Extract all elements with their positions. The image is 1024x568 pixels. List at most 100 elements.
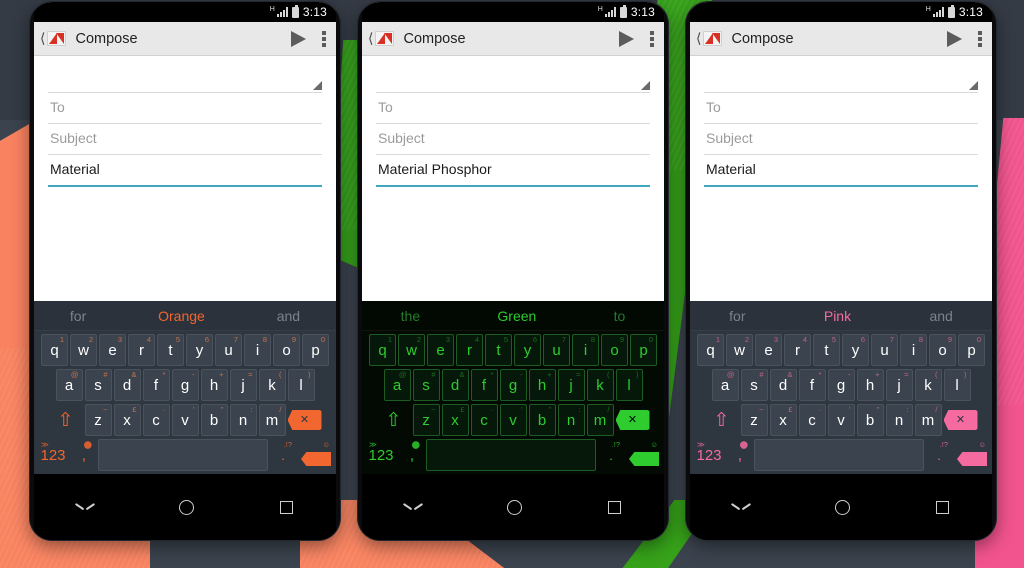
- backspace-key[interactable]: ✕: [287, 410, 322, 430]
- key-g[interactable]: -g: [827, 369, 855, 401]
- suggestion-3[interactable]: and: [929, 308, 952, 324]
- backspace-key[interactable]: ✕: [615, 410, 650, 430]
- key-l[interactable]: ) l: [615, 369, 643, 401]
- key-g[interactable]: -g: [171, 369, 199, 401]
- period-key[interactable]: .!?.: [270, 439, 296, 471]
- key-a[interactable]: @ a: [55, 369, 83, 401]
- body-field[interactable]: Material: [48, 155, 322, 187]
- suggestion-3[interactable]: and: [277, 308, 300, 324]
- key-n[interactable]: :n: [885, 404, 913, 436]
- from-field[interactable]: [48, 70, 322, 93]
- key-t[interactable]: 5t: [157, 334, 184, 366]
- key-x[interactable]: £ x: [441, 404, 469, 436]
- key-v[interactable]: ' v: [827, 404, 855, 436]
- to-field[interactable]: To: [48, 93, 322, 124]
- key-l[interactable]: ) l: [287, 369, 315, 401]
- key-f[interactable]: * f: [798, 369, 826, 401]
- suggestion-2[interactable]: Pink: [824, 308, 851, 324]
- home-circle-icon[interactable]: [835, 499, 850, 515]
- return-key[interactable]: ☺: [626, 439, 662, 471]
- from-field[interactable]: [704, 70, 978, 93]
- key-e[interactable]: 3e: [427, 334, 454, 366]
- key-t[interactable]: 5t: [813, 334, 840, 366]
- key-h[interactable]: + h: [200, 369, 228, 401]
- subject-field[interactable]: Subject: [48, 124, 322, 155]
- key-f[interactable]: * f: [470, 369, 498, 401]
- key-t[interactable]: 5t: [485, 334, 512, 366]
- key-v[interactable]: ' v: [499, 404, 527, 436]
- expand-recipients-icon[interactable]: [641, 81, 650, 90]
- back-chevron-icon[interactable]: ⟨: [696, 30, 701, 47]
- key-k[interactable]: (k: [914, 369, 942, 401]
- key-l[interactable]: ) l: [943, 369, 971, 401]
- key-y[interactable]: 6y: [842, 334, 869, 366]
- space-key[interactable]: [754, 439, 924, 471]
- key-w[interactable]: 2w: [726, 334, 753, 366]
- key-b[interactable]: " b: [856, 404, 884, 436]
- key-c[interactable]: · c: [142, 404, 170, 436]
- suggestion-2[interactable]: Green: [497, 308, 536, 324]
- key-r[interactable]: 4r: [128, 334, 155, 366]
- key-o[interactable]: 9o: [929, 334, 956, 366]
- key-i[interactable]: 8i: [244, 334, 271, 366]
- backspace-key[interactable]: ✕: [943, 410, 978, 430]
- back-chevron-icon[interactable]: ⟨: [368, 30, 373, 47]
- comma-key[interactable]: ⬤,: [72, 439, 96, 471]
- subject-field[interactable]: Subject: [704, 124, 978, 155]
- key-w[interactable]: 2w: [70, 334, 97, 366]
- key-x[interactable]: £ x: [113, 404, 141, 436]
- hide-keyboard-chevron-icon[interactable]: [733, 503, 749, 512]
- key-r[interactable]: 4r: [784, 334, 811, 366]
- key-j[interactable]: = j: [229, 369, 257, 401]
- key-d[interactable]: & d: [769, 369, 797, 401]
- suggestion-1[interactable]: the: [401, 308, 420, 324]
- key-u[interactable]: 7u: [215, 334, 242, 366]
- key-a[interactable]: @ a: [711, 369, 739, 401]
- key-g[interactable]: -g: [499, 369, 527, 401]
- recents-square-icon[interactable]: [608, 500, 621, 514]
- body-field[interactable]: Material Phosphor: [376, 155, 650, 187]
- key-u[interactable]: 7u: [543, 334, 570, 366]
- suggestion-2[interactable]: Orange: [158, 308, 205, 324]
- key-e[interactable]: 3e: [755, 334, 782, 366]
- key-i[interactable]: 8i: [900, 334, 927, 366]
- send-icon[interactable]: [619, 30, 634, 47]
- key-d[interactable]: & d: [113, 369, 141, 401]
- numeric-key[interactable]: ≫ 123: [692, 439, 726, 471]
- keyboard-green[interactable]: the Green to 1 q 2 w 3 e 4 r 5 t 6 y 7 u 8 i 9 o 0 p @ a # s & d * f - g…: [362, 301, 664, 474]
- key-k[interactable]: (k: [586, 369, 614, 401]
- back-chevron-icon[interactable]: ⟨: [40, 30, 45, 47]
- key-q[interactable]: 1q: [41, 334, 68, 366]
- key-o[interactable]: 9o: [601, 334, 628, 366]
- space-key[interactable]: [98, 439, 268, 471]
- key-a[interactable]: @ a: [383, 369, 411, 401]
- recents-square-icon[interactable]: [936, 500, 949, 514]
- home-circle-icon[interactable]: [507, 499, 522, 515]
- space-key[interactable]: [426, 439, 596, 471]
- shift-key[interactable]: ⇧: [377, 404, 411, 436]
- key-s[interactable]: # s: [740, 369, 768, 401]
- period-key[interactable]: .!?.: [926, 439, 952, 471]
- period-key[interactable]: .!?.: [598, 439, 624, 471]
- key-r[interactable]: 4r: [456, 334, 483, 366]
- comma-key[interactable]: ⬤,: [400, 439, 424, 471]
- key-b[interactable]: " b: [200, 404, 228, 436]
- key-d[interactable]: & d: [441, 369, 469, 401]
- key-c[interactable]: · c: [798, 404, 826, 436]
- to-field[interactable]: To: [704, 93, 978, 124]
- key-y[interactable]: 6y: [514, 334, 541, 366]
- key-q[interactable]: 1q: [369, 334, 396, 366]
- numeric-key[interactable]: ≫ 123: [364, 439, 398, 471]
- key-p[interactable]: 0p: [302, 334, 329, 366]
- keyboard-orange[interactable]: for Orange and 1 q 2 w 3 e 4 r 5 t 6 y 7 u 8 i 9 o 0 p @ a # s & d * f…: [34, 301, 336, 474]
- hide-keyboard-chevron-icon[interactable]: [405, 503, 421, 512]
- key-f[interactable]: * f: [142, 369, 170, 401]
- key-j[interactable]: = j: [557, 369, 585, 401]
- key-c[interactable]: · c: [470, 404, 498, 436]
- send-icon[interactable]: [947, 30, 962, 47]
- key-s[interactable]: # s: [84, 369, 112, 401]
- suggestion-3[interactable]: to: [614, 308, 626, 324]
- comma-key[interactable]: ⬤,: [728, 439, 752, 471]
- numeric-key[interactable]: ≫ 123: [36, 439, 70, 471]
- key-p[interactable]: 0p: [630, 334, 657, 366]
